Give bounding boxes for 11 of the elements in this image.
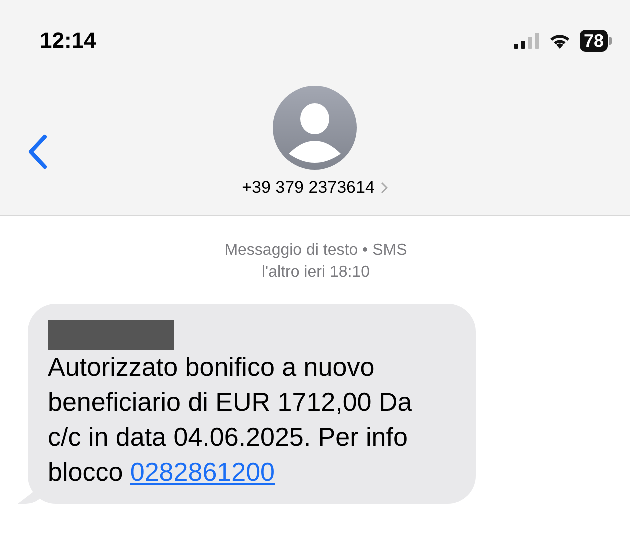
- phone-link[interactable]: 0282861200: [130, 457, 275, 487]
- wifi-icon: [548, 32, 572, 50]
- chevron-icon[interactable]: [380, 182, 388, 194]
- message-timestamp: l'altro ieri 18:10: [262, 263, 370, 283]
- signal-icon: [514, 33, 540, 49]
- avatar-icon[interactable]: [273, 86, 357, 170]
- message-service-label: Messaggio di testo • SMS: [224, 241, 408, 261]
- clock-time: 12:14: [40, 28, 96, 54]
- message-text: Autorizzato bonifico a nuovo beneficiario di EUR 1712,00 Da c/c in data 04.06.2025. Per info blocco 0282861200: [48, 351, 414, 489]
- contact-number[interactable]: +39 379 2373614: [242, 178, 375, 198]
- back-icon[interactable]: [27, 134, 49, 170]
